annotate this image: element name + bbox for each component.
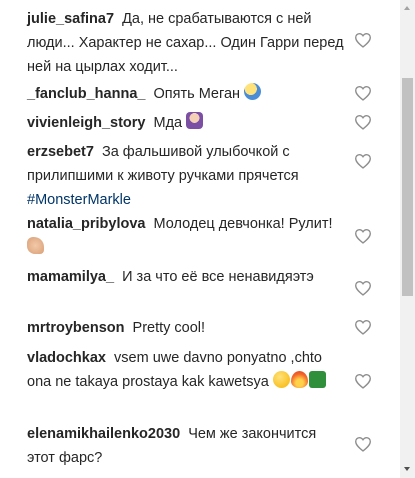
comment-username[interactable]: julie_safina7 <box>27 11 114 27</box>
like-heart-icon[interactable] <box>354 153 372 169</box>
comment-username[interactable]: natalia_pribylova <box>27 216 145 232</box>
comment-item: natalia_pribylova Молодец девчонка! Рули… <box>27 212 347 260</box>
scrollbar-thumb[interactable] <box>402 78 413 296</box>
comment-username[interactable]: vivienleigh_story <box>27 115 145 131</box>
comment-item: vivienleigh_story Мда <box>27 111 347 135</box>
like-heart-icon[interactable] <box>354 85 372 101</box>
face-with-tears-of-joy-emoji <box>272 371 290 388</box>
person-facepalming-emoji <box>186 112 204 129</box>
comment-item: erzsebet7 За фальшивой улыбочкой с прили… <box>27 140 347 212</box>
like-heart-icon[interactable] <box>354 228 372 244</box>
comment-username[interactable]: mrtroybenson <box>27 320 125 336</box>
comment-text: Мда <box>153 115 183 131</box>
comment-username[interactable]: erzsebet7 <box>27 144 94 160</box>
fire-emoji <box>290 371 308 388</box>
comment-text: Молодец девчонка! Рулит! <box>153 216 333 232</box>
comment-item: elenamikhailenko2030 Чем же закончится э… <box>27 422 347 470</box>
like-heart-icon[interactable] <box>354 373 372 389</box>
scroll-up-button[interactable] <box>400 0 415 17</box>
pretzel-green-emoji <box>308 371 326 388</box>
comment-item: _fanclub_hanna_ Опять Меган <box>27 82 347 106</box>
comment-username[interactable]: mamamilya_ <box>27 269 114 285</box>
arrow-up-icon <box>404 6 410 10</box>
arrow-down-icon <box>404 467 410 471</box>
comment-username[interactable]: _fanclub_hanna_ <box>27 86 145 102</box>
hashtag-link[interactable]: #MonsterMarkle <box>27 192 131 208</box>
comment-item: vladochkax vsem uwe davno ponyatno ,chto… <box>27 346 347 394</box>
comment-text: Pretty cool! <box>132 320 206 336</box>
like-heart-icon[interactable] <box>354 319 372 335</box>
comments-list: julie_safina7 Да, не срабатываются с ней… <box>0 0 400 478</box>
like-heart-icon[interactable] <box>354 114 372 130</box>
comment-item: julie_safina7 Да, не срабатываются с ней… <box>27 7 347 79</box>
like-heart-icon[interactable] <box>354 280 372 296</box>
comment-item: mrtroybenson Pretty cool! <box>27 316 347 340</box>
like-heart-icon[interactable] <box>354 436 372 452</box>
flexed-biceps-emoji <box>27 237 44 254</box>
face-screaming-in-fear-emoji <box>244 83 262 100</box>
like-heart-icon[interactable] <box>354 32 372 48</box>
comment-text: Опять Меган <box>153 86 241 102</box>
comment-username[interactable]: vladochkax <box>27 350 106 366</box>
comment-text: И за что её все ненавидяэтэ <box>122 269 314 285</box>
scroll-down-button[interactable] <box>400 461 415 478</box>
comment-item: mamamilya_ И за что её все ненавидяэтэ <box>27 265 347 289</box>
comment-username[interactable]: elenamikhailenko2030 <box>27 426 180 442</box>
vertical-scrollbar[interactable] <box>400 0 415 478</box>
